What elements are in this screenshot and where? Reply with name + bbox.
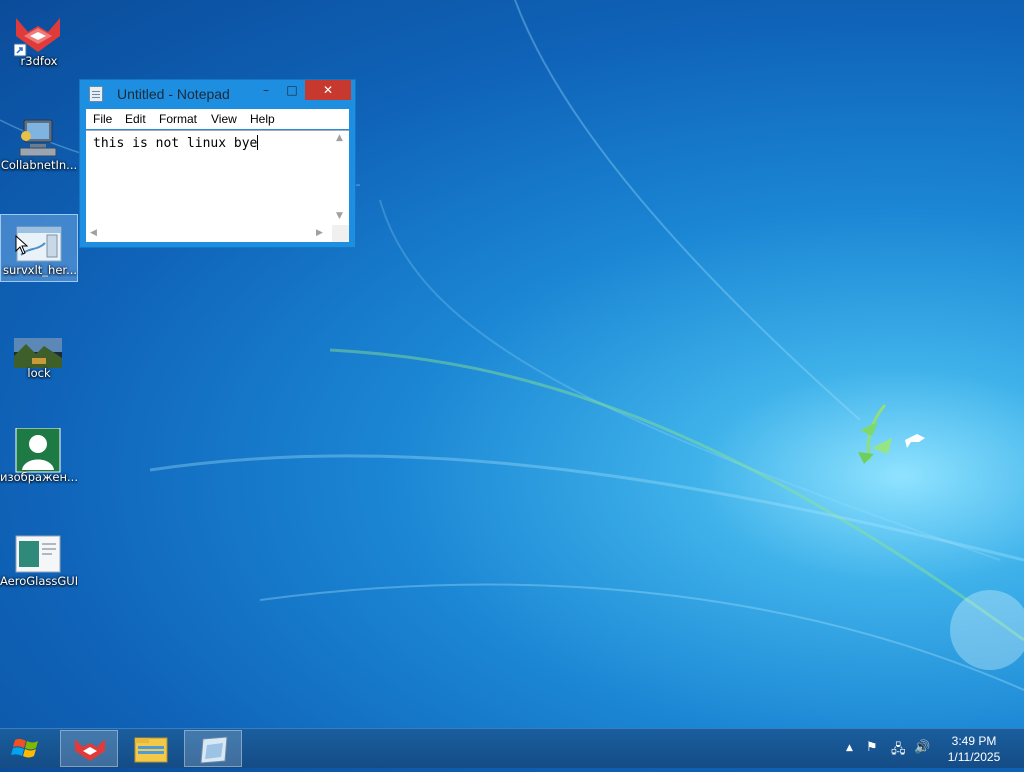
desktop-icon-image[interactable]: изображен...: [0, 422, 78, 490]
desktop-icon-label: AeroGlassGUI: [0, 574, 78, 588]
show-hidden-icons-button[interactable]: ▲: [846, 743, 853, 753]
taskbar-app-file-explorer[interactable]: [122, 730, 180, 767]
mouse-cursor-icon: [15, 235, 29, 255]
menu-bar: File Edit Format View Help: [86, 109, 349, 129]
clock-time: 3:49 PM: [951, 734, 997, 748]
aeroglass-app-icon: [14, 532, 62, 578]
leaf-sprout-icon: [858, 404, 892, 464]
volume-icon[interactable]: 🔊: [914, 740, 930, 755]
minimize-button[interactable]: –: [253, 80, 279, 100]
scroll-down-icon[interactable]: ▼: [336, 211, 343, 221]
scroll-up-icon[interactable]: ▲: [336, 133, 343, 143]
menu-help[interactable]: Help: [250, 112, 275, 126]
notepad-icon: [200, 736, 228, 764]
folder-icon: [134, 737, 168, 763]
window-title: Untitled - Notepad: [117, 86, 230, 102]
scroll-right-icon[interactable]: ▶: [316, 228, 323, 238]
clock-date: 1/11/2025: [947, 750, 1001, 764]
editor-content[interactable]: this is not linux bye: [93, 135, 259, 151]
desktop-icon-lock[interactable]: lock: [0, 318, 78, 386]
menu-file[interactable]: File: [93, 112, 112, 126]
desktop-icon-label: CollabnetIn...: [0, 158, 78, 172]
desktop-icon-label: survxlt_her...: [2, 263, 78, 277]
notepad-window[interactable]: Untitled - Notepad – □ ✕ File Edit Forma…: [79, 79, 356, 248]
desktop-icon-collabnet[interactable]: CollabnetIn...: [0, 110, 78, 178]
menu-format[interactable]: Format: [159, 112, 197, 126]
user-image-icon: [14, 427, 62, 474]
desktop-icon-label: lock: [27, 366, 51, 380]
desktop-icon-label: r3dfox: [20, 54, 58, 68]
desktop-icon-aeroglassgui[interactable]: AeroGlassGUI: [0, 526, 78, 594]
text-editor-area[interactable]: this is not linux bye ▲ ▼ ◀ ▶: [86, 130, 349, 242]
close-button[interactable]: ✕: [305, 80, 351, 100]
resize-grip-icon[interactable]: [332, 225, 349, 242]
desktop-icon-survxlt[interactable]: survxlt_her...: [0, 214, 78, 282]
maximize-button[interactable]: □: [279, 80, 305, 100]
notepad-app-icon[interactable]: [89, 86, 103, 102]
bird-icon: [905, 434, 925, 448]
taskbar: ▲ ⚑ 🖧 🔊 3:49 PM 1/11/2025: [0, 728, 1024, 768]
r3dfox-icon: [75, 739, 105, 761]
menu-view[interactable]: View: [211, 112, 237, 126]
notepad-titlebar[interactable]: Untitled - Notepad – □ ✕: [80, 80, 355, 108]
taskbar-app-r3dfox[interactable]: [60, 730, 118, 767]
horizontal-scrollbar[interactable]: ◀ ▶: [86, 225, 332, 242]
scroll-left-icon[interactable]: ◀: [90, 228, 97, 238]
landscape-image-icon: [14, 324, 62, 370]
menu-edit[interactable]: Edit: [125, 112, 146, 126]
vertical-scrollbar[interactable]: ▲ ▼: [332, 131, 349, 225]
computer-setup-icon: [14, 116, 62, 162]
r3dfox-icon: [13, 12, 62, 58]
text-caret: [257, 135, 259, 150]
taskbar-clock[interactable]: 3:49 PM 1/11/2025: [938, 733, 1010, 765]
windows-logo-icon: [11, 738, 38, 758]
desktop-icon-label: изображен...: [0, 470, 78, 484]
desktop-icon-r3dfox[interactable]: r3dfox: [0, 6, 78, 74]
start-button[interactable]: [0, 729, 54, 768]
action-center-flag-icon[interactable]: ⚑: [866, 740, 878, 755]
taskbar-app-notepad[interactable]: [184, 730, 242, 767]
network-icon[interactable]: 🖧: [891, 740, 906, 762]
